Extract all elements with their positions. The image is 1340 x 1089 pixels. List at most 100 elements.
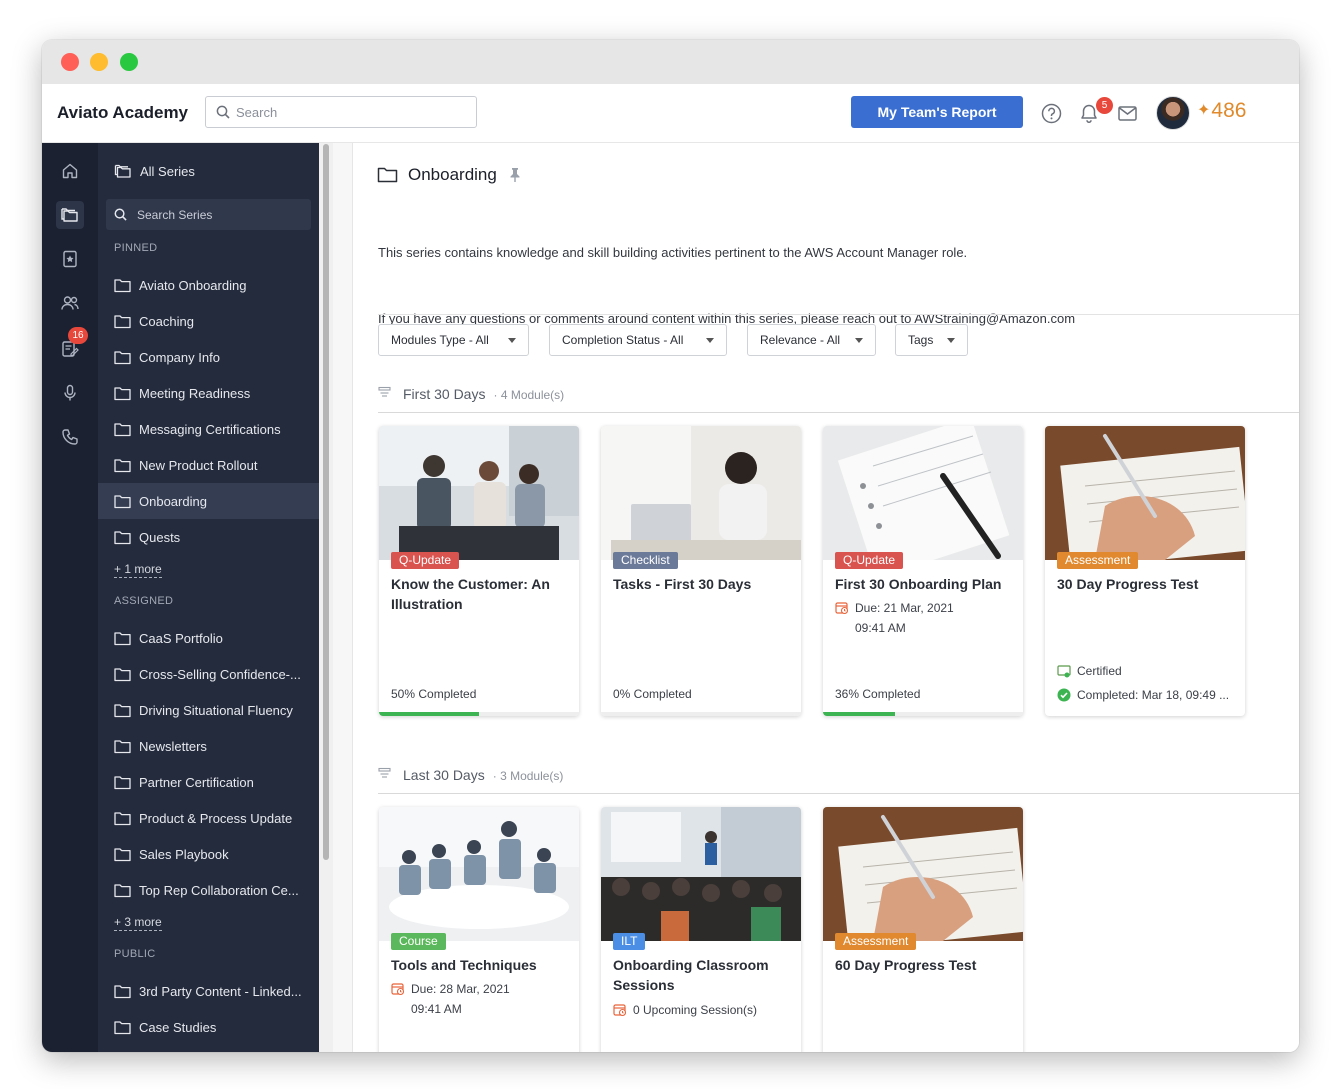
sidebar-item-coaching[interactable]: Coaching: [98, 303, 319, 339]
sidebar-item-messaging-certifications[interactable]: Messaging Certifications: [98, 411, 319, 447]
folder-icon: [114, 458, 131, 472]
sidebar-item-label: Partner Certification: [139, 774, 254, 790]
calendar-clock-icon: [613, 1004, 627, 1017]
card-thumbnail: [379, 807, 579, 941]
sidebar-item-label: CaaS Portfolio: [139, 630, 223, 646]
folder-icon: [114, 494, 131, 508]
sidebar-item-driving-situational-fluency[interactable]: Driving Situational Fluency: [98, 692, 319, 728]
group-divider: [378, 412, 1299, 413]
card-title: Know the Customer: An Illustration: [391, 576, 550, 612]
assigned-more-link[interactable]: + 3 more: [114, 915, 162, 931]
filter-tags[interactable]: Tags: [895, 324, 968, 356]
top-bar: Aviato Academy My Team's Report 5 ✦486: [42, 84, 1299, 143]
due-time-line: 09:41 AM: [411, 1002, 462, 1016]
group-title: Last 30 Days: [403, 767, 485, 783]
sidebar-item-label: Newsletters: [139, 738, 207, 754]
module-card-30-day-progress-test[interactable]: Assessment 30 Day Progress Test Certifie…: [1045, 426, 1245, 716]
sidebar-item-partner-certification[interactable]: Partner Certification: [98, 764, 319, 800]
sidebar-item-label: Aviato Onboarding: [139, 277, 247, 293]
due-date: Due: 28 Mar, 2021 09:41 AM: [391, 979, 510, 1019]
folder-icon: [114, 739, 131, 753]
bookmark-star-icon: [63, 250, 77, 268]
series-search[interactable]: Search Series: [106, 199, 311, 230]
filter-modules-type[interactable]: Modules Type - All: [378, 324, 529, 356]
module-type-tag: Q-Update: [835, 552, 904, 569]
module-type-tag: Checklist: [613, 552, 678, 569]
global-search[interactable]: [205, 96, 477, 128]
module-card-tasks-first-30-days[interactable]: Checklist Tasks - First 30 Days 0% Compl…: [601, 426, 801, 716]
filter-label: Tags: [908, 333, 934, 347]
progress-text: 50% Completed: [391, 687, 477, 701]
pinned-more-link[interactable]: + 1 more: [114, 562, 162, 578]
folder-icon: [114, 811, 131, 825]
phone-icon: [62, 429, 78, 445]
sidebar-scrollbar-thumb[interactable]: [323, 144, 329, 860]
card-thumbnail: [379, 426, 579, 560]
rail-favorites[interactable]: [56, 245, 84, 273]
sidebar-item-newsletters[interactable]: Newsletters: [98, 728, 319, 764]
messages-mail-icon[interactable]: [1118, 106, 1137, 121]
folder-icon: [114, 386, 131, 400]
module-card-tools-and-techniques[interactable]: Course Tools and Techniques Due: 28 Mar,…: [379, 807, 579, 1052]
group-module-count: · 4 Module(s): [493, 388, 565, 402]
sidebar-item-top-rep-collaboration-ce[interactable]: Top Rep Collaboration Ce...: [98, 872, 319, 908]
search-icon: [216, 105, 230, 119]
certified-status: Certified: [1057, 661, 1122, 681]
check-circle-icon: [1057, 688, 1071, 702]
user-avatar[interactable]: [1156, 96, 1190, 130]
series-search-placeholder: Search Series: [137, 207, 213, 222]
maximize-window-button[interactable]: [120, 53, 138, 71]
brand-title[interactable]: Aviato Academy: [57, 103, 188, 123]
sidebar-item-all-series[interactable]: All Series: [98, 153, 319, 189]
filter-completion-status[interactable]: Completion Status - All: [549, 324, 727, 356]
sidebar-item-3rd-party-content-linked[interactable]: 3rd Party Content - Linked...: [98, 973, 319, 1009]
sidebar-item-company-info[interactable]: Company Info: [98, 339, 319, 375]
section-label-public: PUBLIC: [114, 948, 156, 960]
window-titlebar: [42, 40, 1299, 84]
filter-relevance[interactable]: Relevance - All: [747, 324, 876, 356]
sidebar-item-case-studies[interactable]: Case Studies: [98, 1009, 319, 1045]
calendar-clock-icon: [391, 983, 405, 996]
rail-calls[interactable]: [56, 423, 84, 451]
group-header-last-30-days[interactable]: Last 30 Days · 3 Module(s): [378, 767, 563, 783]
folder-icon: [114, 1020, 131, 1034]
rail-home[interactable]: [56, 157, 84, 185]
help-icon[interactable]: [1041, 103, 1062, 124]
sidebar-item-new-product-rollout[interactable]: New Product Rollout: [98, 447, 319, 483]
sidebar-item-product-process-update[interactable]: Product & Process Update: [98, 800, 319, 836]
sidebar-item-cross-selling-confidence[interactable]: Cross-Selling Confidence-...: [98, 656, 319, 692]
module-card-60-day-progress-test[interactable]: Assessment 60 Day Progress Test: [823, 807, 1023, 1052]
close-window-button[interactable]: [61, 53, 79, 71]
pin-icon[interactable]: [509, 167, 521, 183]
sidebar-item-caas-portfolio[interactable]: CaaS Portfolio: [98, 620, 319, 656]
certified-label: Certified: [1077, 664, 1122, 678]
microphone-icon: [64, 384, 76, 401]
module-card-first-30-onboarding-plan[interactable]: Q-Update First 30 Onboarding Plan Due: 2…: [823, 426, 1023, 716]
module-card-onboarding-classroom-sessions[interactable]: ILT Onboarding Classroom Sessions 0 Upco…: [601, 807, 801, 1052]
sidebar-item-sales-playbook[interactable]: Sales Playbook: [98, 836, 319, 872]
sidebar-item-meeting-readiness[interactable]: Meeting Readiness: [98, 375, 319, 411]
module-card-know-the-customer[interactable]: Q-Update Know the Customer: An Illustrat…: [379, 426, 579, 716]
home-icon: [62, 163, 78, 179]
due-time-line: 09:41 AM: [855, 621, 906, 635]
folder-icon: [114, 422, 131, 436]
group-header-first-30-days[interactable]: First 30 Days · 4 Module(s): [378, 386, 564, 402]
search-input[interactable]: [236, 102, 466, 122]
card-thumbnail: [823, 807, 1023, 941]
chevron-down-icon: [508, 338, 516, 343]
minimize-window-button[interactable]: [90, 53, 108, 71]
sidebar-item-label: All Series: [140, 163, 195, 179]
rail-team[interactable]: [56, 289, 84, 317]
rail-series[interactable]: [56, 201, 84, 229]
sidebar-item-aviato-onboarding[interactable]: Aviato Onboarding: [98, 267, 319, 303]
points-counter[interactable]: ✦486: [1197, 99, 1246, 123]
sidebar-item-quests[interactable]: Quests: [98, 519, 319, 555]
rail-podcasts[interactable]: [56, 379, 84, 407]
my-teams-report-button[interactable]: My Team's Report: [851, 96, 1023, 128]
progress-bar-fill: [379, 712, 479, 716]
content-gutter: [333, 143, 353, 1052]
section-label-assigned: ASSIGNED: [114, 595, 174, 607]
sidebar-item-label: Meeting Readiness: [139, 385, 251, 401]
sidebar-item-onboarding[interactable]: Onboarding: [98, 483, 319, 519]
folders-icon: [114, 164, 131, 178]
